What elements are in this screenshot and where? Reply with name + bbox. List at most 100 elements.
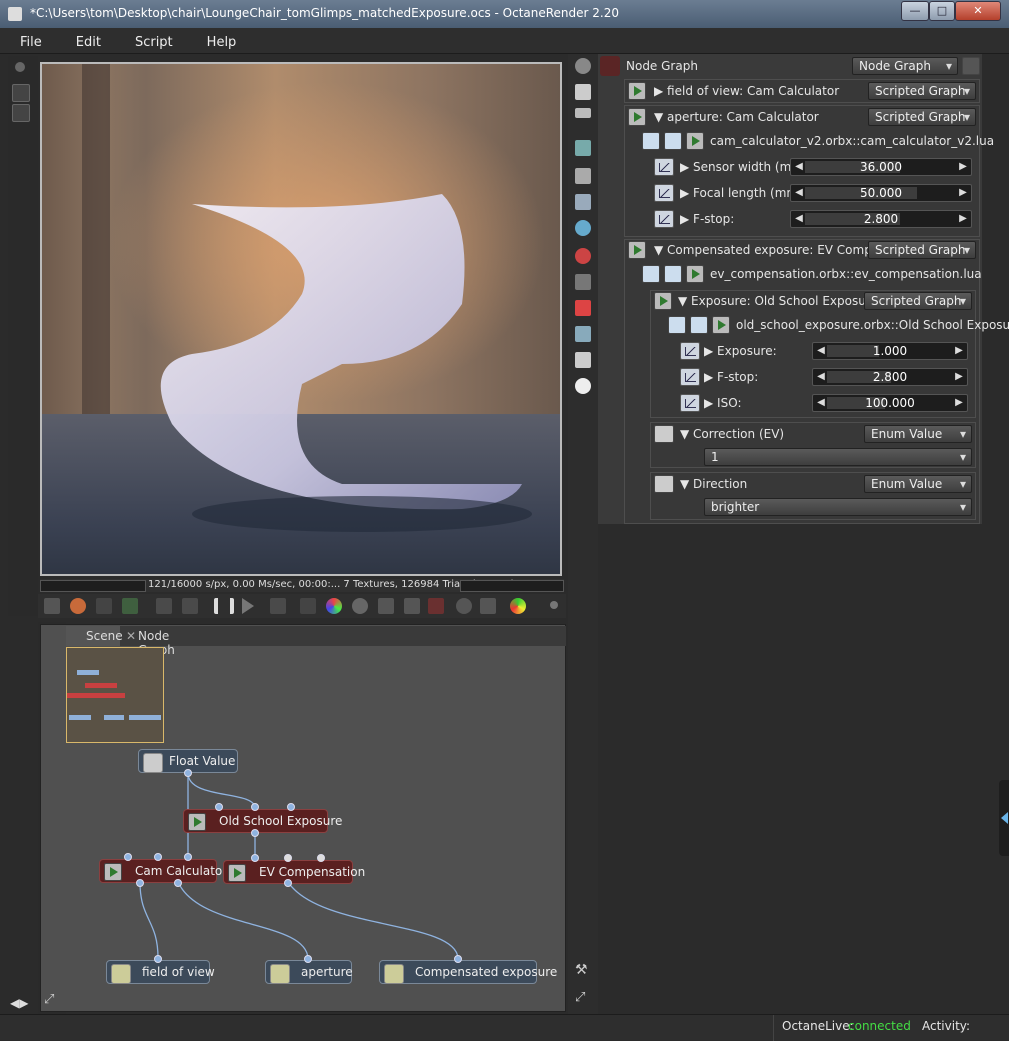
- exposure-type-dropdown[interactable]: Scripted Graph: [864, 292, 972, 310]
- float-param-icon[interactable]: [654, 184, 674, 202]
- increment-icon[interactable]: ▶: [953, 343, 965, 359]
- direction-value-dropdown[interactable]: brighter: [704, 498, 972, 516]
- increment-icon[interactable]: ▶: [953, 395, 965, 411]
- pin-output[interactable]: [251, 829, 259, 837]
- increment-icon[interactable]: ▶: [953, 369, 965, 385]
- splitter-arrows-icon[interactable]: ◀▶: [10, 996, 28, 1010]
- aperture-play-button[interactable]: [628, 108, 646, 126]
- reload-icon[interactable]: [664, 132, 682, 150]
- pin-input[interactable]: [154, 853, 162, 861]
- float-param-icon[interactable]: [680, 394, 700, 412]
- sensor-width-slider[interactable]: ◀ 36.000 ▶: [790, 158, 972, 176]
- fstop-slider[interactable]: ◀ 2.800 ▶: [790, 210, 972, 228]
- light-icon[interactable]: [575, 378, 591, 394]
- fov-label[interactable]: ▶ field of view: Cam Calculator: [654, 84, 839, 98]
- decrement-icon[interactable]: ◀: [793, 159, 805, 175]
- pin-input[interactable]: [284, 854, 292, 862]
- node-cam-calculator[interactable]: Cam Calculator: [99, 859, 227, 883]
- enum-param-icon[interactable]: [654, 475, 674, 493]
- objects-icon[interactable]: [575, 326, 591, 342]
- pin-input[interactable]: [154, 955, 162, 963]
- focal-length-slider[interactable]: ◀ 50.000 ▶: [790, 184, 972, 202]
- aperture-label-text: aperture: Cam Calculator: [667, 110, 819, 124]
- decrement-icon[interactable]: ◀: [815, 343, 827, 359]
- node-field-of-view[interactable]: field of view: [106, 960, 215, 984]
- iso-slider[interactable]: ◀ 100.000 ▶: [812, 394, 968, 412]
- node-type-dropdown[interactable]: Node Graph: [852, 57, 958, 75]
- aperture-label[interactable]: ▼ aperture: Cam Calculator: [654, 110, 819, 124]
- pin-input[interactable]: [287, 803, 295, 811]
- outliner-icon[interactable]: [575, 108, 591, 118]
- correction-value-dropdown[interactable]: 1: [704, 448, 972, 466]
- float-param-icon[interactable]: [654, 210, 674, 228]
- pin-input[interactable]: [304, 955, 312, 963]
- pin-output[interactable]: [184, 769, 192, 777]
- play-icon[interactable]: [104, 863, 122, 881]
- play-icon[interactable]: [228, 864, 246, 882]
- pin-output[interactable]: [174, 879, 182, 887]
- float-param-icon[interactable]: [680, 342, 700, 360]
- exposure-play-button[interactable]: [654, 292, 672, 310]
- pin-input[interactable]: [251, 854, 259, 862]
- camera-icon[interactable]: [575, 168, 591, 184]
- play-icon[interactable]: [188, 813, 206, 831]
- cube-icon[interactable]: [575, 300, 591, 316]
- pin-input[interactable]: [251, 803, 259, 811]
- enum-param-icon[interactable]: [654, 425, 674, 443]
- float-param-icon[interactable]: [654, 158, 674, 176]
- divider: [773, 1015, 774, 1041]
- reload-icon[interactable]: [664, 265, 682, 283]
- increment-icon[interactable]: ▶: [957, 185, 969, 201]
- geometry-panel-icon[interactable]: [575, 220, 591, 236]
- fov-type-dropdown[interactable]: Scripted Graph: [868, 82, 976, 100]
- decrement-icon[interactable]: ◀: [793, 211, 805, 227]
- fullscreen-icon[interactable]: ⤢: [44, 992, 54, 1007]
- layers-icon[interactable]: [575, 84, 591, 100]
- evaluate-button[interactable]: [686, 132, 704, 150]
- material-panel-icon[interactable]: [575, 248, 591, 264]
- fov-play-button[interactable]: [628, 82, 646, 100]
- pin-input[interactable]: [184, 853, 192, 861]
- float-param-icon[interactable]: [680, 368, 700, 386]
- display-icon[interactable]: [575, 194, 591, 210]
- pin-panel-icon[interactable]: [962, 57, 980, 75]
- evaluate-button[interactable]: [712, 316, 730, 334]
- increment-icon[interactable]: ▶: [957, 211, 969, 227]
- aperture-type-dropdown[interactable]: Scripted Graph: [868, 108, 976, 126]
- node-aperture[interactable]: aperture: [265, 960, 353, 984]
- direction-label-text: Direction: [693, 477, 748, 491]
- pin-output[interactable]: [284, 879, 292, 887]
- exp-fstop-slider[interactable]: ◀ 2.800 ▶: [812, 368, 968, 386]
- environment-icon[interactable]: [575, 352, 591, 368]
- correction-label[interactable]: ▼ Correction (EV): [680, 427, 784, 441]
- decrement-icon[interactable]: ◀: [815, 369, 827, 385]
- exposure-label[interactable]: ▼ Exposure: Old School Exposure: [678, 294, 878, 308]
- decrement-icon[interactable]: ◀: [815, 395, 827, 411]
- increment-icon[interactable]: ▶: [957, 159, 969, 175]
- load-script-icon[interactable]: [642, 265, 660, 283]
- pin-input[interactable]: [454, 955, 462, 963]
- render-target-icon[interactable]: [575, 58, 591, 74]
- comp-type-dropdown[interactable]: Scripted Graph: [868, 241, 976, 259]
- correction-type-dropdown[interactable]: Enum Value: [864, 425, 972, 443]
- node-compensated-exposure[interactable]: Compensated exposure: [379, 960, 557, 984]
- exposure-slider[interactable]: ◀ 1.000 ▶: [812, 342, 968, 360]
- load-script-icon[interactable]: [668, 316, 686, 334]
- fullscreen-icon[interactable]: ⤢: [575, 990, 591, 1006]
- texture-panel-icon[interactable]: [575, 274, 591, 290]
- pin-input[interactable]: [124, 853, 132, 861]
- direction-type-dropdown[interactable]: Enum Value: [864, 475, 972, 493]
- wrench-icon[interactable]: ⚒: [575, 962, 591, 978]
- pin-output[interactable]: [136, 879, 144, 887]
- decrement-icon[interactable]: ◀: [793, 185, 805, 201]
- comp-play-button[interactable]: [628, 241, 646, 259]
- evaluate-button[interactable]: [686, 265, 704, 283]
- pin-input[interactable]: [215, 803, 223, 811]
- image-icon[interactable]: [575, 140, 591, 156]
- node-float-value-label: Float Value: [169, 754, 236, 768]
- direction-label[interactable]: ▼ Direction: [680, 477, 747, 491]
- reload-icon[interactable]: [690, 316, 708, 334]
- pin-input[interactable]: [317, 854, 325, 862]
- side-panel-handle[interactable]: [999, 780, 1009, 856]
- load-script-icon[interactable]: [642, 132, 660, 150]
